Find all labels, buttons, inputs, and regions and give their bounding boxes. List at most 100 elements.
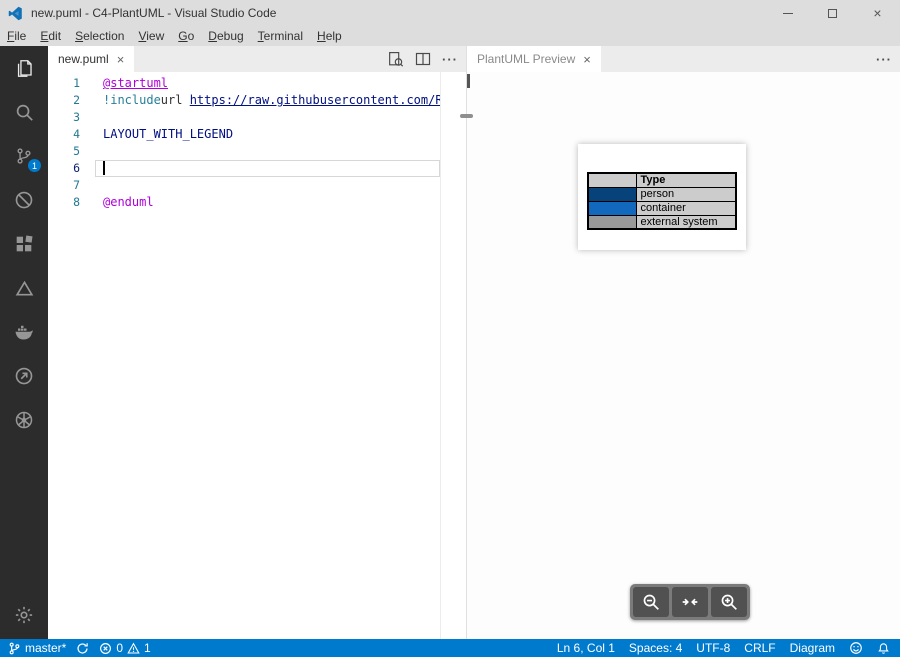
menu-bar: FileEditSelectionViewGoDebugTerminalHelp (0, 26, 900, 46)
legend-row: container (588, 201, 736, 215)
menu-help[interactable]: Help (310, 27, 349, 45)
code-line-6[interactable]: 6 (48, 160, 466, 177)
close-button[interactable]: × (855, 0, 900, 26)
legend-label: person (636, 187, 736, 201)
zoom-in-button[interactable] (711, 587, 747, 617)
warning-count: 1 (144, 641, 151, 655)
line-content: LAYOUT_WITH_LEGEND (103, 126, 440, 143)
more-actions-button[interactable]: ··· (442, 53, 458, 66)
code-token: @startuml (103, 76, 168, 90)
activity-bar-item-docker[interactable] (0, 310, 48, 354)
smiley-icon (849, 641, 863, 655)
activity-bar-item-triangle-extension[interactable] (0, 266, 48, 310)
tab-plantuml-preview[interactable]: PlantUML Preview × (467, 46, 601, 72)
close-icon: × (873, 5, 881, 21)
tab-new-puml[interactable]: new.puml × (48, 46, 134, 72)
language-mode[interactable]: Diagram (790, 641, 835, 655)
line-number: 4 (48, 126, 80, 143)
minimize-icon (783, 13, 793, 14)
menu-selection[interactable]: Selection (68, 27, 131, 45)
feedback-button[interactable] (849, 641, 863, 655)
git-branch-icon (8, 642, 21, 655)
legend-header-row: Type (588, 173, 736, 187)
line-number: 1 (48, 75, 80, 92)
docker-icon (14, 322, 34, 342)
code-line-3[interactable]: 3 (48, 109, 466, 126)
more-actions-button[interactable]: ··· (876, 53, 892, 66)
activity-bar-item-debug[interactable] (0, 178, 48, 222)
activity-bar: 1 (0, 46, 48, 639)
indentation[interactable]: Spaces: 4 (629, 641, 682, 655)
code-line-7[interactable]: 7 (48, 177, 466, 194)
line-number: 3 (48, 109, 80, 126)
code-line-5[interactable]: 5 (48, 143, 466, 160)
text-cursor (103, 161, 105, 175)
circle-arrow-extension-icon (14, 366, 34, 386)
line-content (103, 177, 440, 194)
code-token: !include (103, 93, 161, 107)
sync-button[interactable] (76, 642, 89, 655)
line-number: 6 (48, 160, 80, 177)
settings-icon (14, 605, 34, 625)
activity-bar-item-circle-arrow-extension[interactable] (0, 354, 48, 398)
search-icon (15, 103, 34, 122)
editor-viewport-edge (440, 72, 441, 639)
activity-bar-item-search[interactable] (0, 90, 48, 134)
sync-icon (76, 642, 89, 655)
close-tab-icon[interactable]: × (583, 53, 591, 66)
menu-debug[interactable]: Debug (201, 27, 250, 45)
editor-tab-bar: new.puml × ··· (48, 46, 466, 72)
extensions-icon (15, 235, 33, 253)
encoding[interactable]: UTF-8 (696, 641, 730, 655)
menu-go[interactable]: Go (171, 27, 201, 45)
editor-toolbar: ··· (387, 46, 466, 72)
activity-bar-item-kubernetes[interactable] (0, 398, 48, 442)
code-token: @enduml (103, 195, 154, 209)
menu-terminal[interactable]: Terminal (251, 27, 310, 45)
cursor-position[interactable]: Ln 6, Col 1 (557, 641, 615, 655)
error-count: 0 (116, 641, 123, 655)
kubernetes-icon (14, 410, 34, 430)
activity-bar-item-source-control[interactable]: 1 (0, 134, 48, 178)
diagram-legend: Typepersoncontainerexternal system (587, 172, 737, 230)
code-line-1[interactable]: 1 @startuml (48, 75, 466, 92)
maximize-button[interactable] (810, 0, 855, 26)
menu-file[interactable]: File (0, 27, 33, 45)
tab-label: new.puml (58, 52, 109, 66)
window-title: new.puml - C4-PlantUML - Visual Studio C… (31, 6, 276, 20)
line-number: 5 (48, 143, 80, 160)
split-editor-button[interactable] (415, 51, 431, 67)
git-branch-item[interactable]: master* (8, 641, 66, 655)
legend-label: external system (636, 215, 736, 229)
preview-diagram-button[interactable] (387, 51, 404, 68)
preview-scrollbar-thumb[interactable] (467, 74, 470, 88)
menu-edit[interactable]: Edit (33, 27, 68, 45)
menu-view[interactable]: View (131, 27, 171, 45)
activity-bar-item-explorer[interactable] (0, 46, 48, 90)
line-number: 8 (48, 194, 80, 211)
code-editor[interactable]: 1 @startuml 2!includeurl https://raw.githu… (48, 72, 466, 639)
code-line-8[interactable]: 8 @enduml (48, 194, 466, 211)
legend-swatch (588, 215, 636, 229)
zoom-fit-button[interactable] (672, 587, 708, 617)
sash-handle[interactable] (460, 114, 473, 118)
activity-bar-item-extensions[interactable] (0, 222, 48, 266)
notifications-button[interactable] (877, 642, 890, 655)
diagram-canvas: Typepersoncontainerexternal system (578, 144, 746, 250)
code-line-4[interactable]: 4 LAYOUT_WITH_LEGEND (48, 126, 466, 143)
preview-tab-bar: PlantUML Preview × ··· (467, 46, 900, 72)
preview-group: PlantUML Preview × ··· Typepersoncontain… (466, 46, 900, 639)
eol-sequence[interactable]: CRLF (744, 641, 775, 655)
code-line-2[interactable]: 2!includeurl https://raw.githubuserconte… (48, 92, 466, 109)
vscode-logo-icon (8, 6, 23, 21)
zoom-out-button[interactable] (633, 587, 669, 617)
problems-item[interactable]: 0 1 (99, 641, 150, 655)
activity-bar-item-settings[interactable] (0, 593, 48, 637)
branch-label: master* (25, 641, 66, 655)
maximize-icon (828, 9, 837, 18)
legend-row: person (588, 187, 736, 201)
editor-group: new.puml × ··· 1 @startuml 2!includeurl ht… (48, 46, 466, 639)
line-content: @enduml (103, 194, 440, 211)
close-tab-icon[interactable]: × (117, 53, 125, 66)
minimize-button[interactable] (765, 0, 810, 26)
